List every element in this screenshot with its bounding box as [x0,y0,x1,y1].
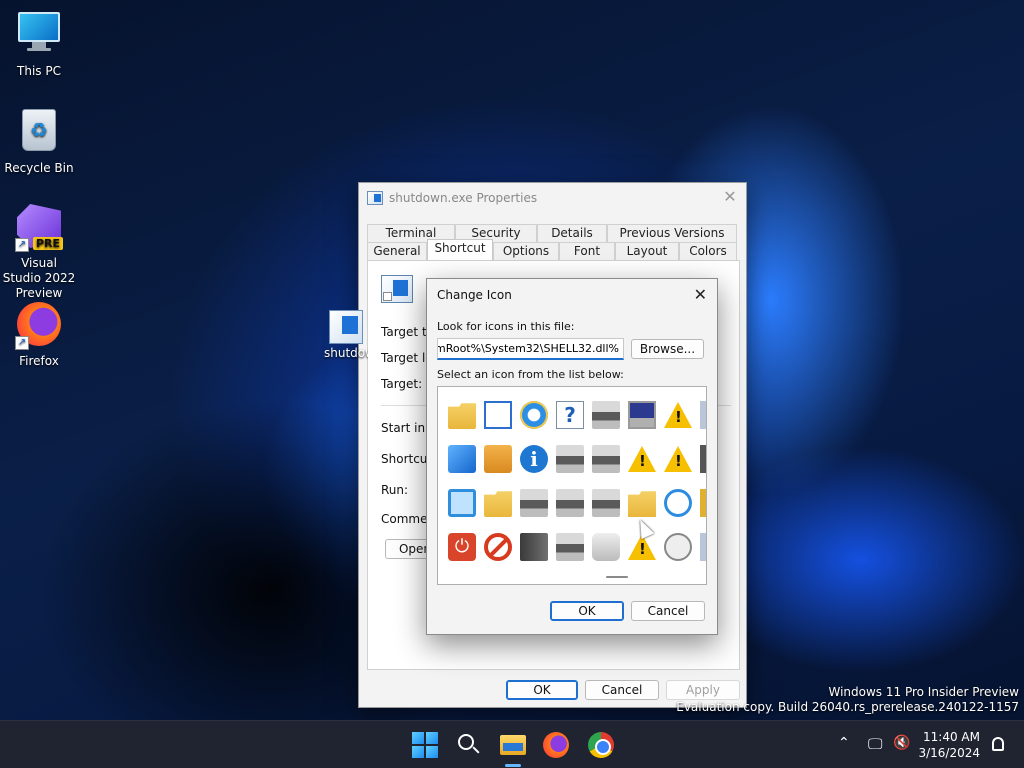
select-icon-label: Select an icon from the list below: [437,368,624,381]
network-icon[interactable]: 🖵 [868,735,882,753]
warning-icon[interactable] [660,393,696,437]
computer-monitor-icon[interactable] [624,393,660,437]
search-icon[interactable] [455,731,483,759]
firefox-icon: ↗ [15,302,63,350]
window-icon[interactable] [444,481,480,525]
folder-search-icon[interactable] [480,481,516,525]
icon-file-path-input[interactable]: %SystemRoot%\System32\SHELL32.dll [437,338,624,360]
drive-icon[interactable] [696,525,706,569]
network-printer-icon[interactable] [588,393,624,437]
firefox-icon[interactable] [543,732,569,758]
help-icon[interactable]: ? [552,393,588,437]
clock-time: 11:40 AM [923,730,980,744]
internet-explorer-icon[interactable] [516,393,552,437]
tab-layout[interactable]: Layout [615,242,679,260]
archive-box-icon[interactable] [480,437,516,481]
computer-icon [15,12,63,60]
recycle-bin-icon: ♻ [15,109,63,157]
clock-date: 3/16/2024 [918,746,980,760]
dialog-title: Change Icon [437,288,512,302]
printer-users-icon[interactable] [588,481,624,525]
file-explorer-icon[interactable] [499,731,527,759]
power-icon[interactable]: ⏻ [444,525,480,569]
run-label: Run: [381,483,409,497]
desktop-icon-recycle-bin[interactable]: ♻ Recycle Bin [1,106,77,175]
tab-colors[interactable]: Colors [679,242,737,260]
tab-shortcut[interactable]: Shortcut [427,239,493,260]
no-entry-icon[interactable] [480,525,516,569]
shortcut-file-icon [329,310,363,344]
desktop-icon-this-pc[interactable]: This PC [1,10,77,78]
window-title: shutdown.exe Properties [389,191,538,205]
desktop-icon-label: Firefox [19,354,59,368]
info-icon[interactable]: i [516,437,552,481]
notification-bell-icon[interactable] [992,737,1004,751]
preview-badge: PRE [32,237,63,250]
lock-icon[interactable] [696,481,706,525]
tab-options[interactable]: Options [493,242,559,260]
tab-font[interactable]: Font [559,242,615,260]
active-app-indicator [505,764,521,767]
icon-list[interactable]: ? i ⏻ [437,386,707,585]
desktop-icon-label: Recycle Bin [4,161,74,175]
taskbar: ⌃ 🖵 🔇 11:40 AM 3/16/2024 [0,720,1024,768]
desktop-shortcut-label: shutdown [324,346,368,360]
chrome-icon[interactable] [588,732,614,758]
look-for-icons-label: Look for icons in this file: [437,320,575,333]
shortcut-app-icon [367,191,383,205]
desktop-icon-firefox[interactable]: ↗ Firefox [1,302,77,368]
checklist-icon[interactable] [480,393,516,437]
evaluation-watermark: Windows 11 Pro Insider Preview Evaluatio… [676,685,1019,715]
shortcut-arrow-icon: ↗ [15,238,29,252]
shortcut-arrow-icon: ↗ [15,336,29,350]
desktop-shortcut-shutdown[interactable]: shutdown [324,310,368,360]
desktop-icon-visual-studio[interactable]: PRE ↗ Visual Studio 2022 Preview [1,204,77,301]
watermark-line-1: Windows 11 Pro Insider Preview [828,685,1019,699]
volume-muted-icon[interactable]: 🔇 [893,735,910,751]
tab-general[interactable]: General [367,242,427,260]
ok-button[interactable]: OK [506,680,578,700]
cancel-button[interactable]: Cancel [585,680,659,700]
tab-row-top: Terminal Security Details Previous Versi… [367,224,737,242]
tab-previous-versions[interactable]: Previous Versions [607,224,737,242]
start-icon[interactable] [411,731,439,759]
shortcut-icon [381,275,413,303]
target-label: Target: [381,377,423,391]
document-pin-icon[interactable] [444,437,480,481]
keyboard-icon[interactable] [696,437,706,481]
folder-calendar-icon[interactable] [444,393,480,437]
system-clock[interactable]: 11:40 AM 3/16/2024 [918,729,980,761]
warning-icon[interactable] [660,437,696,481]
printer-document-icon[interactable] [552,525,588,569]
fax-icon[interactable] [588,525,624,569]
network-printer-icon[interactable] [588,437,624,481]
horizontal-scrollbar[interactable] [606,576,628,578]
desktop-icon-label: This PC [17,64,61,78]
dialog-cancel-button[interactable]: Cancel [631,601,705,621]
browse-button[interactable]: Browse... [631,339,704,359]
desktop-icon-label: Visual Studio 2022 Preview [2,256,76,300]
printer-check-icon[interactable] [516,481,552,525]
tab-row-bottom: General Shortcut Options Font Layout Col… [367,239,737,260]
properties-titlebar[interactable]: shutdown.exe Properties [359,183,746,213]
printer-icon[interactable] [552,437,588,481]
printer-search-icon[interactable] [552,481,588,525]
start-in-label: Start in: [381,421,430,435]
refresh-icon[interactable] [660,481,696,525]
document-edge-icon[interactable] [696,393,706,437]
tab-details[interactable]: Details [537,224,607,242]
warning-icon[interactable] [624,437,660,481]
server-check-icon[interactable] [516,525,552,569]
chevron-up-icon[interactable]: ⌃ [838,735,850,751]
visual-studio-icon: PRE ↗ [15,204,63,252]
change-icon-dialog: Change Icon ✕ Look for icons in this fil… [426,278,718,635]
close-icon[interactable]: ✕ [722,189,738,205]
clock-restore-icon[interactable] [660,525,696,569]
watermark-line-2: Evaluation copy. Build 26040.rs_prerelea… [676,700,1019,714]
close-icon[interactable]: ✕ [694,285,707,304]
dialog-ok-button[interactable]: OK [550,601,624,621]
icon-grid: ? i ⏻ [444,393,706,569]
